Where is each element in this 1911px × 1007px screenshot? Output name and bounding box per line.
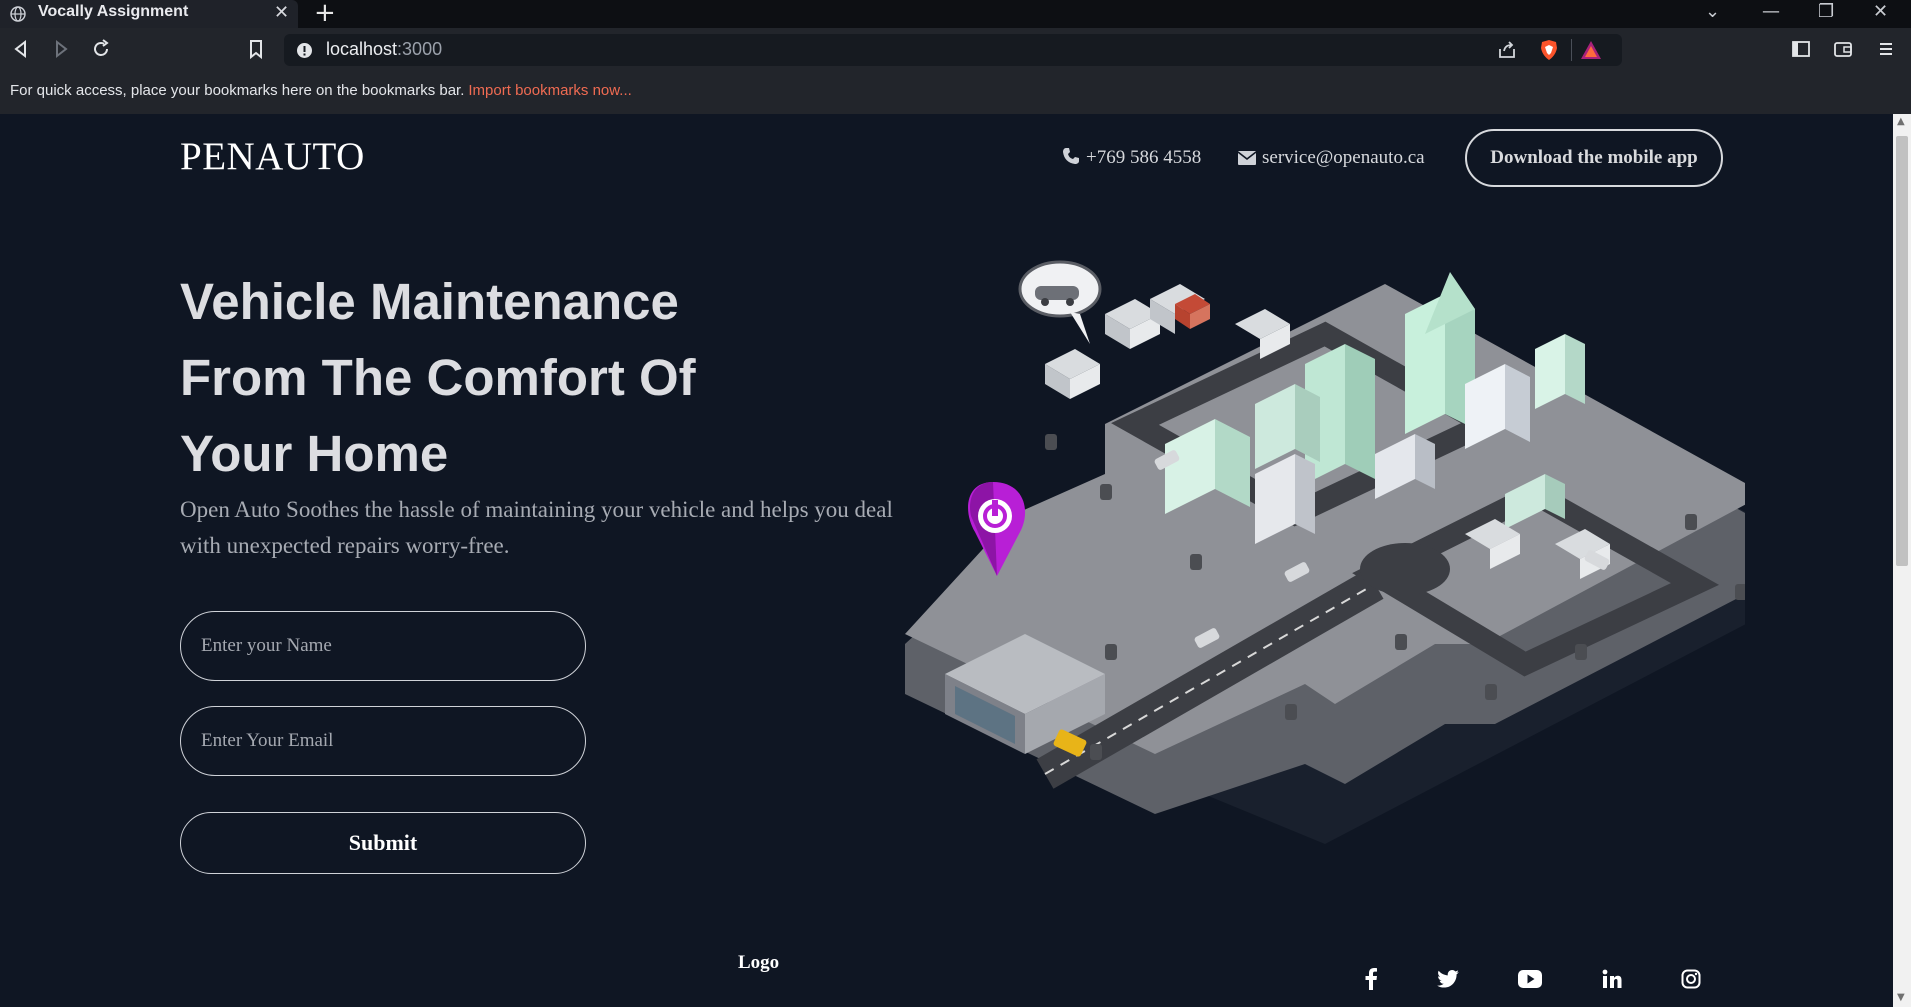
back-icon[interactable] — [10, 38, 32, 60]
footer-logo[interactable]: Logo — [738, 952, 779, 974]
bookmarks-bar: For quick access, place your bookmarks h… — [0, 70, 1911, 114]
scroll-up-icon[interactable]: ▲ — [1897, 116, 1905, 127]
twitter-icon[interactable] — [1433, 964, 1463, 994]
brave-rewards-icon[interactable] — [1580, 40, 1602, 60]
site-info-icon[interactable] — [296, 42, 313, 59]
tab-close-icon[interactable]: ✕ — [274, 2, 289, 23]
hero-title-line-1: Vehicle Maintenance — [180, 273, 679, 330]
browser-tab[interactable]: Vocally Assignment ✕ — [0, 0, 298, 28]
facebook-icon[interactable] — [1356, 964, 1386, 994]
forward-icon[interactable] — [50, 38, 72, 60]
url-host: localhost — [326, 39, 398, 59]
page-scrollbar[interactable]: ▲ ▼ — [1893, 114, 1911, 1007]
new-tab-icon[interactable]: + — [314, 0, 336, 28]
phone-icon — [1063, 148, 1079, 164]
import-bookmarks-link[interactable]: Import bookmarks now... — [468, 82, 631, 99]
menu-icon[interactable] — [1875, 38, 1897, 60]
close-window-icon[interactable]: ✕ — [1873, 1, 1888, 22]
reload-icon[interactable] — [90, 38, 112, 60]
envelope-icon — [1237, 151, 1257, 165]
scroll-thumb[interactable] — [1896, 136, 1908, 566]
email-contact[interactable]: service@openauto.ca — [1237, 147, 1425, 169]
share-icon[interactable] — [1497, 40, 1517, 60]
hero-subtitle: Open Auto Soothes the hassle of maintain… — [180, 497, 893, 558]
globe-icon — [10, 6, 26, 22]
browser-tab-bar: Vocally Assignment ✕ + ⌄ — ❐ ✕ — [0, 0, 1911, 28]
name-input[interactable] — [180, 611, 586, 681]
restore-icon[interactable]: ❐ — [1818, 1, 1834, 22]
car-speech-bubble — [1018, 260, 1102, 344]
youtube-icon[interactable] — [1515, 964, 1545, 994]
address-bar[interactable]: localhost:3000 — [284, 34, 1622, 66]
email-address: service@openauto.ca — [1262, 147, 1425, 168]
hero-title-line-3: Your Home — [180, 425, 449, 482]
tab-title: Vocally Assignment — [38, 3, 189, 20]
instagram-icon[interactable] — [1676, 964, 1706, 994]
browser-toolbar: localhost:3000 — [0, 28, 1911, 70]
bookmarks-hint: For quick access, place your bookmarks h… — [10, 82, 632, 99]
phone-number: +769 586 4558 — [1086, 147, 1202, 168]
sidebar-toggle-icon[interactable] — [1790, 38, 1812, 60]
scroll-down-icon[interactable]: ▼ — [1897, 992, 1905, 1003]
brave-shields-icon[interactable] — [1539, 39, 1559, 61]
submit-button[interactable]: Submit — [180, 812, 586, 874]
page-content: PENAUTO +769 586 4558 service@openauto.c… — [0, 114, 1893, 1007]
url-port: :3000 — [397, 39, 443, 59]
wallet-icon[interactable] — [1832, 38, 1854, 60]
hero-title: Vehicle Maintenance From The Comfort Of … — [180, 264, 820, 492]
linkedin-icon[interactable] — [1597, 964, 1627, 994]
url-text[interactable]: localhost:3000 — [326, 39, 442, 60]
toolbar-divider — [1571, 39, 1572, 61]
bookmark-icon[interactable] — [245, 38, 267, 60]
bookmarks-hint-text: For quick access, place your bookmarks h… — [10, 82, 465, 99]
phone-contact[interactable]: +769 586 4558 — [1062, 147, 1201, 169]
city-illustration — [905, 260, 1745, 844]
download-app-button[interactable]: Download the mobile app — [1465, 129, 1723, 187]
hero-title-line-2: From The Comfort Of — [180, 349, 696, 406]
roundabout — [1360, 543, 1450, 595]
email-input[interactable] — [180, 706, 586, 776]
tab-search-chevron-icon[interactable]: ⌄ — [1705, 1, 1720, 22]
minimize-icon[interactable]: — — [1762, 1, 1780, 22]
brand-logo[interactable]: PENAUTO — [180, 134, 365, 179]
